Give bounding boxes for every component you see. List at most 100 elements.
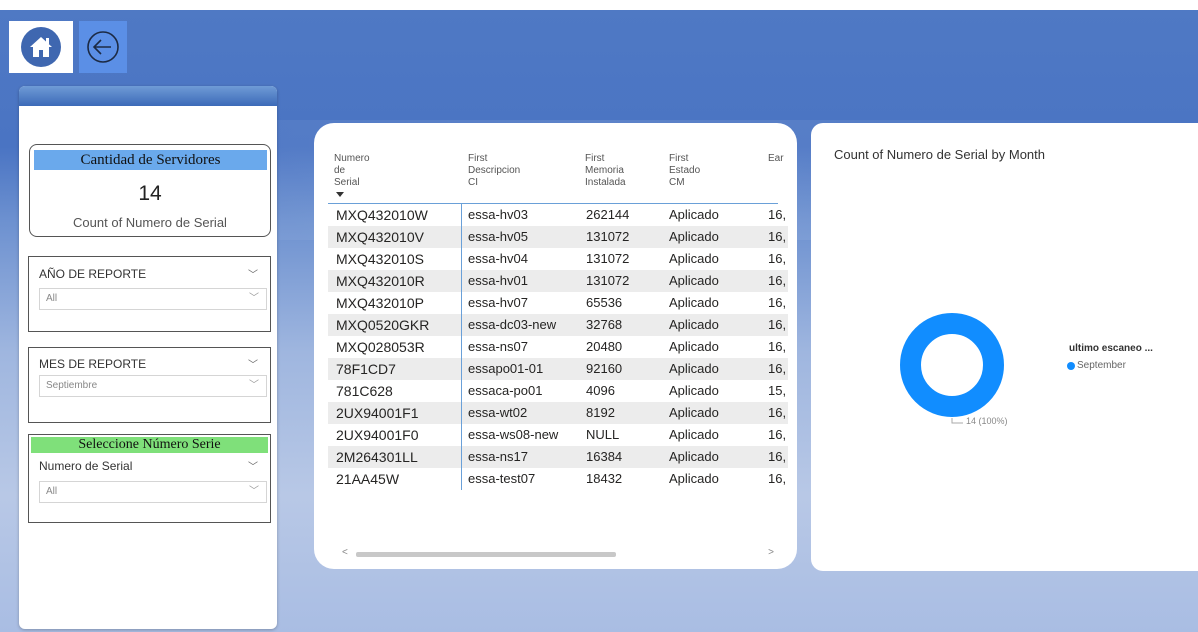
month-dropdown[interactable]: Septiembre ﹀ xyxy=(39,375,267,397)
serial-slicer-heading: Seleccione Número Serie xyxy=(31,437,268,453)
donut-slice[interactable] xyxy=(900,313,1004,417)
table-cell: 32768 xyxy=(586,317,623,332)
table-row[interactable]: MXQ432010V essa-hv05 131072 Aplicado 16, xyxy=(328,226,788,248)
table-cell: MXQ432010S xyxy=(336,251,424,267)
table-cell: 20480 xyxy=(586,339,623,354)
slicer-title: AÑO DE REPORTE xyxy=(39,267,147,281)
chevron-down-icon[interactable]: ﹀ xyxy=(248,356,258,371)
table-row[interactable]: 2UX94001F0 essa-ws08-new NULL Aplicado 16, xyxy=(328,424,788,446)
table-row[interactable]: MXQ432010P essa-hv07 65536 Aplicado 16, xyxy=(328,292,788,314)
table-cell: 16384 xyxy=(586,449,623,464)
table-cell: 16, xyxy=(768,427,787,442)
servers-table-visual: Numero de Serial First Descripcion CI Fi… xyxy=(314,123,797,569)
legend-item[interactable]: September xyxy=(1067,360,1126,371)
table-cell: MXQ028053R xyxy=(336,339,425,355)
table-row[interactable]: MXQ432010S essa-hv04 131072 Aplicado 16, xyxy=(328,248,788,270)
chevron-down-icon: ﹀ xyxy=(249,380,259,391)
table-cell: Aplicado xyxy=(669,339,719,354)
column-header[interactable]: Numero de Serial xyxy=(334,153,370,189)
table-cell: 8192 xyxy=(586,405,615,420)
slicer-title: Numero de Serial xyxy=(39,459,133,473)
column-divider xyxy=(461,204,462,490)
column-header[interactable]: Ear xyxy=(768,153,784,165)
chevron-down-icon[interactable]: ﹀ xyxy=(248,458,258,473)
filter-panel-header xyxy=(19,86,277,106)
year-slicer: AÑO DE REPORTE ﹀ All ﹀ xyxy=(28,256,271,332)
table-row[interactable]: MXQ432010W essa-hv03 262144 Aplicado 16, xyxy=(328,204,788,226)
table-cell: Aplicado xyxy=(669,273,719,288)
table-cell: essa-hv07 xyxy=(468,295,528,310)
table-cell: 78F1CD7 xyxy=(336,361,396,377)
table-cell: MXQ432010P xyxy=(336,295,424,311)
serial-slicer: Seleccione Número Serie Numero de Serial… xyxy=(28,434,271,523)
table-row[interactable]: 781C628 essaca-po01 4096 Aplicado 15, xyxy=(328,380,788,402)
table-row[interactable]: 78F1CD7 essapo01-01 92160 Aplicado 16, xyxy=(328,358,788,380)
horizontal-scrollbar[interactable]: < > xyxy=(338,547,778,560)
table-cell: 16, xyxy=(768,471,787,486)
donut-chart-visual: Count of Numero de Serial by Month 14 (1… xyxy=(811,123,1198,571)
table-cell: 16, xyxy=(768,229,787,244)
table-row[interactable]: MXQ0520GKR essa-dc03-new 32768 Aplicado 16, xyxy=(328,314,788,336)
table-cell: Aplicado xyxy=(669,383,719,398)
home-button[interactable] xyxy=(9,21,73,73)
server-count-card: Cantidad de Servidores 14 Count of Numer… xyxy=(29,144,271,237)
table-cell: 16, xyxy=(768,449,787,464)
table-cell: 4096 xyxy=(586,383,615,398)
month-slicer: MES DE REPORTE ﹀ Septiembre ﹀ xyxy=(28,347,271,423)
scrollbar-thumb[interactable] xyxy=(356,552,616,557)
back-button[interactable] xyxy=(79,21,127,73)
table-cell: 2UX94001F1 xyxy=(336,405,419,421)
table-cell: Aplicado xyxy=(669,471,719,486)
table-cell: essa-hv03 xyxy=(468,207,528,222)
column-header[interactable]: First Descripcion CI xyxy=(468,153,520,189)
back-arrow-icon xyxy=(87,31,119,63)
dropdown-value: All xyxy=(46,486,58,497)
table-cell: 131072 xyxy=(586,273,630,288)
table-cell: MXQ0520GKR xyxy=(336,317,430,333)
chevron-down-icon: ﹀ xyxy=(249,293,259,304)
table-cell: essa-dc03-new xyxy=(468,317,557,332)
column-header[interactable]: First Estado CM xyxy=(669,153,700,189)
table-cell: essaca-po01 xyxy=(468,383,543,398)
data-label-leader-line xyxy=(951,418,963,424)
chevron-down-icon[interactable]: ﹀ xyxy=(248,266,258,281)
table-row[interactable]: MXQ028053R essa-ns07 20480 Aplicado 16, xyxy=(328,336,788,358)
table-cell: 131072 xyxy=(586,251,630,266)
table-row[interactable]: MXQ432010R essa-hv01 131072 Aplicado 16, xyxy=(328,270,788,292)
filter-panel: Cantidad de Servidores 14 Count of Numer… xyxy=(19,86,277,629)
table-cell: MXQ432010V xyxy=(336,229,424,245)
table-cell: 16, xyxy=(768,361,787,376)
serial-dropdown[interactable]: All ﹀ xyxy=(39,481,267,503)
table-cell: Aplicado xyxy=(669,251,719,266)
table-cell: Aplicado xyxy=(669,229,719,244)
scroll-right-icon[interactable]: > xyxy=(768,547,774,558)
table-cell: 2M264301LL xyxy=(336,449,418,465)
table-cell: 15, xyxy=(768,383,787,398)
sort-descending-icon[interactable] xyxy=(336,192,344,197)
table-cell: MXQ432010R xyxy=(336,273,425,289)
column-header[interactable]: First Memoria Instalada xyxy=(585,153,643,189)
card-value: 14 xyxy=(138,182,162,205)
year-dropdown[interactable]: All ﹀ xyxy=(39,288,267,310)
table-cell: 16, xyxy=(768,317,787,332)
slicer-title: MES DE REPORTE xyxy=(39,357,147,371)
table-cell: essa-ns07 xyxy=(468,339,528,354)
scroll-left-icon[interactable]: < xyxy=(342,547,348,558)
dropdown-value: Septiembre xyxy=(46,380,98,391)
table-cell: 18432 xyxy=(586,471,623,486)
table-row[interactable]: 2UX94001F1 essa-wt02 8192 Aplicado 16, xyxy=(328,402,788,424)
table-cell: 21AA45W xyxy=(336,471,400,487)
card-label: Count of Numero de Serial xyxy=(73,215,227,230)
table-row[interactable]: 2M264301LL essa-ns17 16384 Aplicado 16, xyxy=(328,446,788,468)
legend-dot xyxy=(1067,361,1075,370)
table-row[interactable]: 21AA45W essa-test07 18432 Aplicado 16, xyxy=(328,468,788,490)
table-cell: 131072 xyxy=(586,229,630,244)
table-cell: essa-hv05 xyxy=(468,229,528,244)
table-cell: 16, xyxy=(768,251,787,266)
table-cell: 16, xyxy=(768,207,787,222)
table-cell: Aplicado xyxy=(669,317,719,332)
home-icon xyxy=(21,27,61,67)
table-cell: 16, xyxy=(768,339,787,354)
table-cell: 65536 xyxy=(586,295,623,310)
table-cell: Aplicado xyxy=(669,405,719,420)
